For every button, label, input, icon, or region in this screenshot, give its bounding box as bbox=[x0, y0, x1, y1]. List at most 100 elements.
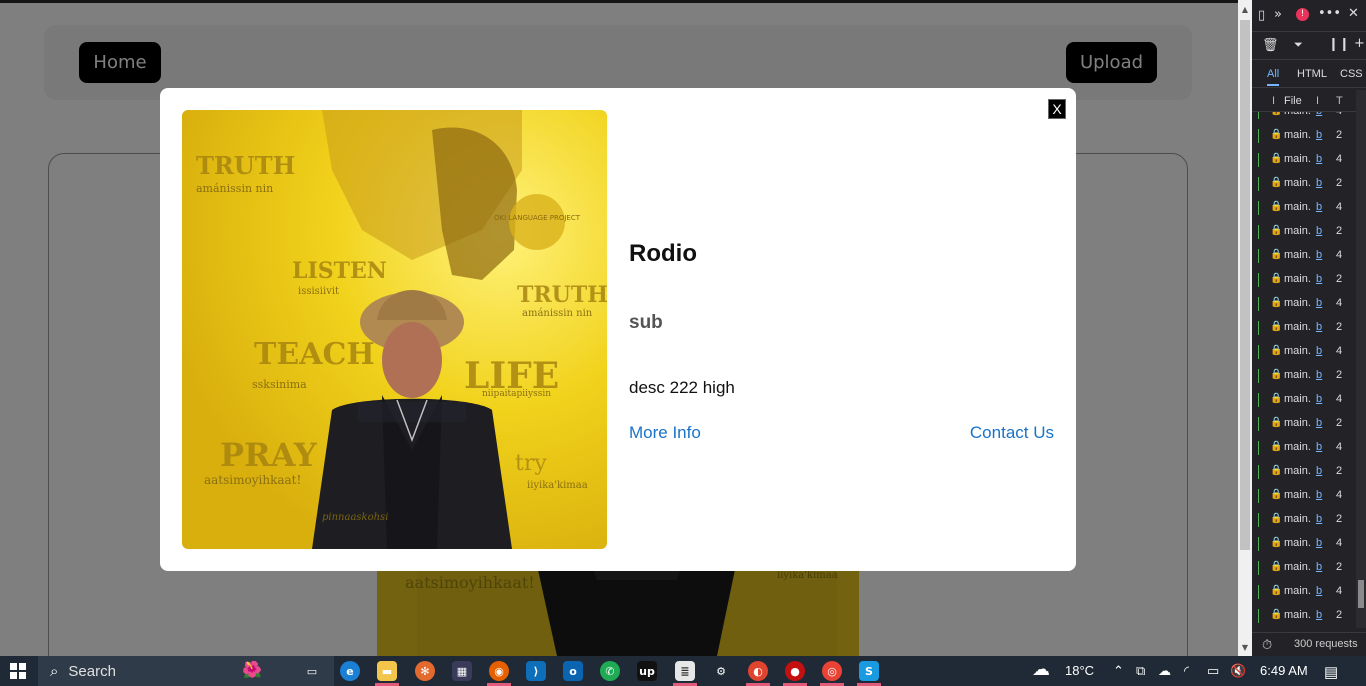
header-type[interactable]: T bbox=[1336, 95, 1343, 107]
request-initiator-link[interactable]: b bbox=[1316, 369, 1322, 381]
file-explorer-icon[interactable]: ▬ bbox=[377, 661, 397, 681]
wifi-icon[interactable]: ◜ bbox=[1184, 663, 1189, 679]
whatsapp-icon[interactable]: ✆ bbox=[600, 661, 620, 681]
meet-now-icon[interactable]: ⧉ bbox=[1136, 663, 1145, 679]
cloud-weather-icon[interactable]: ☁ bbox=[1032, 659, 1050, 680]
header-file[interactable]: File bbox=[1284, 95, 1302, 107]
taskbar-search[interactable]: ⌕ Search 🌺 bbox=[38, 656, 334, 686]
close-button[interactable]: X bbox=[1048, 99, 1066, 119]
network-request-row[interactable]: 🔒 main. b 2 bbox=[1252, 124, 1356, 148]
network-request-row[interactable]: 🔒main. b 4 bbox=[1252, 484, 1356, 508]
edge-icon[interactable]: e bbox=[340, 661, 360, 681]
recorder-icon[interactable]: ● bbox=[785, 661, 805, 681]
art-word: amánissin nin bbox=[196, 182, 273, 195]
battery-icon[interactable]: ▭ bbox=[1207, 663, 1219, 679]
request-initiator-link[interactable]: b bbox=[1316, 297, 1322, 309]
tray-chevron-up-icon[interactable]: ⌃ bbox=[1113, 663, 1124, 679]
network-request-row[interactable]: 🔒main. b 4 bbox=[1252, 196, 1356, 220]
art-word: TRUTH bbox=[196, 151, 295, 180]
filter-icon[interactable]: ⏷ bbox=[1294, 38, 1303, 52]
network-request-row[interactable]: 🔒main. b 4 bbox=[1252, 112, 1356, 124]
firefox-icon[interactable]: ◉ bbox=[489, 661, 509, 681]
header-i[interactable]: I bbox=[1272, 95, 1275, 107]
clock-time[interactable]: 6:49 AM bbox=[1260, 663, 1308, 678]
more-info-link[interactable]: More Info bbox=[629, 423, 701, 443]
tab-html[interactable]: HTML bbox=[1297, 68, 1327, 80]
network-request-row[interactable]: 🔒 main. b 2 bbox=[1252, 412, 1356, 436]
request-initiator-link[interactable]: b bbox=[1316, 465, 1322, 477]
request-initiator-link[interactable]: b bbox=[1316, 345, 1322, 357]
request-initiator-link[interactable]: b bbox=[1316, 177, 1322, 189]
weather-temperature[interactable]: 18°C bbox=[1065, 663, 1094, 678]
network-request-row[interactable]: 🔒 main. b 2 bbox=[1252, 460, 1356, 484]
scroll-down-arrow-icon[interactable]: ▼ bbox=[1238, 640, 1252, 654]
network-request-row[interactable]: 🔒 main. b 2 bbox=[1252, 172, 1356, 196]
settings-gear-icon[interactable]: ⚙ bbox=[711, 661, 731, 681]
network-request-row[interactable]: 🔒main. b 4 bbox=[1252, 340, 1356, 364]
network-request-row[interactable]: 🔒main. b 4 bbox=[1252, 532, 1356, 556]
upwork-icon[interactable]: up bbox=[637, 661, 657, 681]
trash-icon[interactable]: 🗑 bbox=[1262, 38, 1279, 53]
store-icon[interactable]: ▦ bbox=[452, 661, 472, 681]
request-initiator-link[interactable]: b bbox=[1316, 249, 1322, 261]
contact-us-link[interactable]: Contact Us bbox=[970, 423, 1054, 443]
windows-start-icon[interactable] bbox=[10, 663, 26, 679]
vscode-icon[interactable]: ⟩ bbox=[526, 661, 546, 681]
request-initiator-link[interactable]: b bbox=[1316, 489, 1322, 501]
chevrons-right-icon[interactable]: » bbox=[1274, 7, 1282, 22]
notifications-icon[interactable]: ▤ bbox=[1324, 663, 1338, 681]
request-initiator-link[interactable]: b bbox=[1316, 201, 1322, 213]
request-initiator-link[interactable]: b bbox=[1316, 321, 1322, 333]
pause-icon[interactable]: ❙❙ bbox=[1328, 37, 1350, 52]
network-request-row[interactable]: 🔒 main. b 2 bbox=[1252, 604, 1356, 628]
network-request-row[interactable]: 🔒 main. b 2 bbox=[1252, 364, 1356, 388]
network-request-row[interactable]: 🔒main. b 4 bbox=[1252, 244, 1356, 268]
network-request-row[interactable]: 🔒main. b 4 bbox=[1252, 580, 1356, 604]
request-initiator-link[interactable]: b bbox=[1316, 417, 1322, 429]
request-initiator-link[interactable]: b bbox=[1316, 112, 1322, 117]
onedrive-icon[interactable]: ☁ bbox=[1158, 663, 1171, 679]
chrome-icon[interactable]: ◎ bbox=[822, 661, 842, 681]
request-initiator-link[interactable]: b bbox=[1316, 393, 1322, 405]
request-initiator-link[interactable]: b bbox=[1316, 225, 1322, 237]
request-initiator-link[interactable]: b bbox=[1316, 585, 1322, 597]
page-scrollbar-thumb[interactable] bbox=[1240, 20, 1250, 550]
devtools-scrollbar[interactable] bbox=[1356, 90, 1366, 628]
more-options-icon[interactable]: ••• bbox=[1318, 6, 1341, 21]
responsive-mode-icon[interactable]: ▯ bbox=[1258, 8, 1265, 23]
volume-muted-icon[interactable]: 🔇 bbox=[1230, 663, 1246, 679]
lock-icon: 🔒 bbox=[1270, 561, 1283, 572]
outlook-icon[interactable]: o bbox=[563, 661, 583, 681]
devtools-scrollbar-thumb[interactable] bbox=[1358, 580, 1364, 608]
notepad-icon[interactable]: ≣ bbox=[675, 661, 695, 681]
error-icon[interactable]: ! bbox=[1296, 8, 1309, 21]
skype-icon[interactable]: S bbox=[859, 661, 879, 681]
network-request-row[interactable]: 🔒main. b 4 bbox=[1252, 388, 1356, 412]
network-request-row[interactable]: 🔒 main. b 2 bbox=[1252, 556, 1356, 580]
network-request-row[interactable]: 🔒 main. b 2 bbox=[1252, 268, 1356, 292]
tab-css[interactable]: CSS bbox=[1340, 68, 1363, 80]
request-initiator-link[interactable]: b bbox=[1316, 441, 1322, 453]
network-request-row[interactable]: 🔒 main. b 2 bbox=[1252, 220, 1356, 244]
request-initiator-link[interactable]: b bbox=[1316, 153, 1322, 165]
scroll-up-arrow-icon[interactable]: ▲ bbox=[1238, 2, 1252, 16]
header-domain[interactable]: I bbox=[1316, 95, 1319, 107]
modal-subtitle: sub bbox=[629, 312, 663, 333]
postman-icon[interactable]: ◐ bbox=[748, 661, 768, 681]
network-request-row[interactable]: 🔒main. b 4 bbox=[1252, 292, 1356, 316]
network-request-row[interactable]: 🔒 main. b 2 bbox=[1252, 508, 1356, 532]
request-initiator-link[interactable]: b bbox=[1316, 609, 1322, 621]
request-initiator-link[interactable]: b bbox=[1316, 537, 1322, 549]
add-icon[interactable]: + bbox=[1354, 36, 1365, 51]
figma-icon[interactable]: ✻ bbox=[415, 661, 435, 681]
request-initiator-link[interactable]: b bbox=[1316, 561, 1322, 573]
network-request-row[interactable]: 🔒 main. b 2 bbox=[1252, 316, 1356, 340]
tab-all[interactable]: All bbox=[1267, 68, 1280, 86]
close-devtools-icon[interactable]: ✕ bbox=[1348, 6, 1359, 21]
request-initiator-link[interactable]: b bbox=[1316, 273, 1322, 285]
task-view-icon[interactable]: ▭ bbox=[302, 661, 322, 681]
network-request-row[interactable]: 🔒main. b 4 bbox=[1252, 148, 1356, 172]
network-request-row[interactable]: 🔒main. b 4 bbox=[1252, 436, 1356, 460]
request-initiator-link[interactable]: b bbox=[1316, 513, 1322, 525]
request-initiator-link[interactable]: b bbox=[1316, 129, 1322, 141]
